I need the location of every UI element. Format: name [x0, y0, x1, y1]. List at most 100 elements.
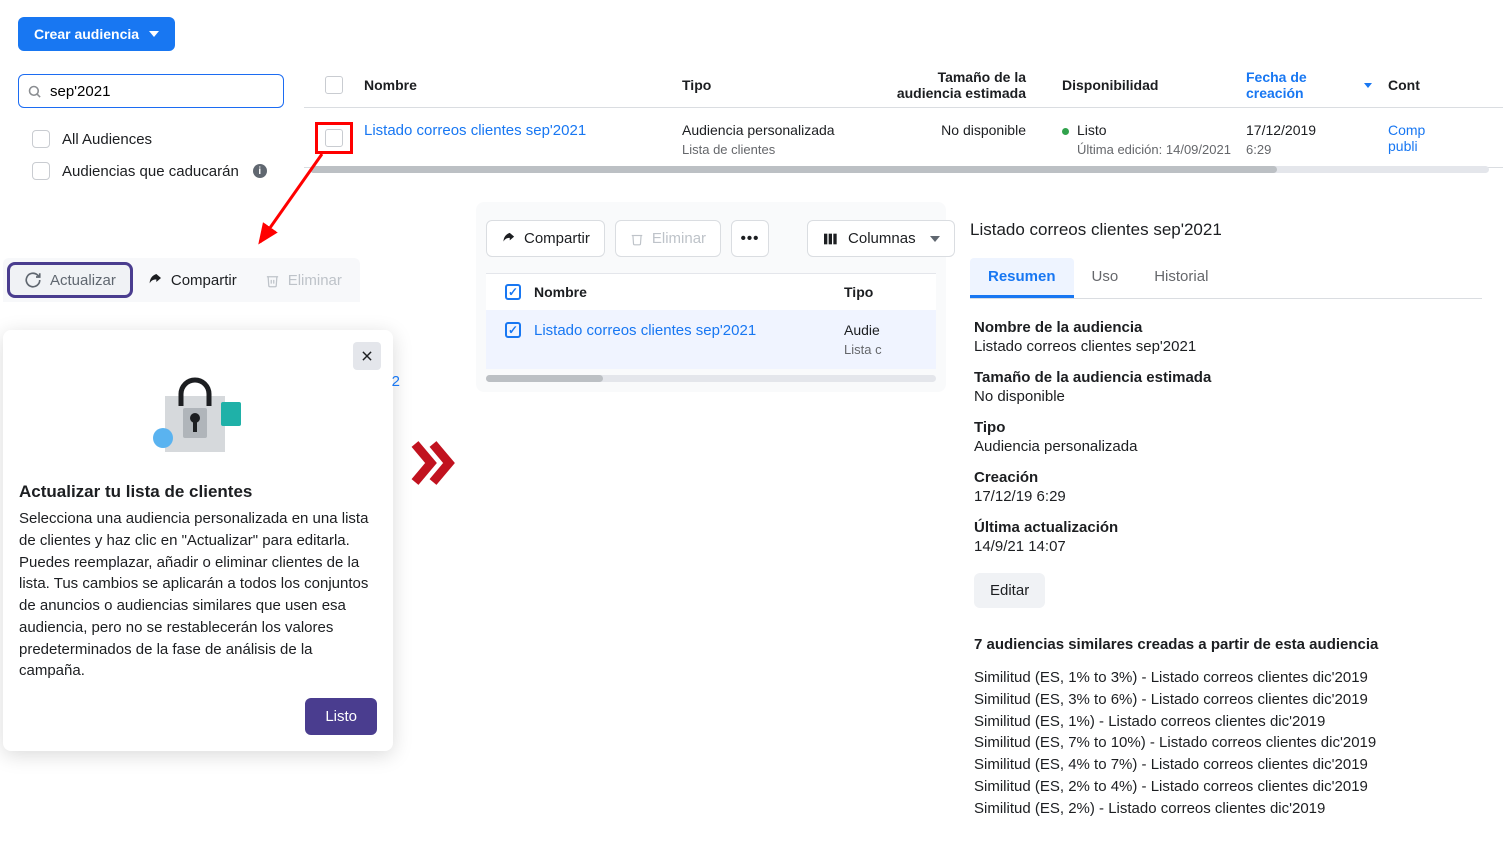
label-type: Tipo: [974, 419, 1478, 436]
update-popup: 2 Actualizar tu lista de clientes Selecc…: [3, 330, 393, 751]
trash-icon: [630, 232, 644, 246]
columns-button[interactable]: Columnas: [807, 220, 955, 257]
checkbox[interactable]: [32, 162, 50, 180]
label-audience-name: Nombre de la audiencia: [974, 319, 1478, 336]
row-availability-sub: Última edición: 14/09/2021: [1077, 142, 1246, 157]
share-label: Compartir: [524, 230, 590, 247]
header-name[interactable]: Nombre: [364, 77, 682, 93]
truncated-number: 2: [392, 373, 400, 390]
row-checkbox-highlight: [315, 122, 353, 154]
create-audience-label: Crear audiencia: [34, 26, 139, 42]
label-created: Creación: [974, 469, 1478, 486]
filter-expiring-audiences[interactable]: Audiencias que caducarán i: [32, 162, 267, 180]
selected-audience-panel: Compartir Eliminar ••• Columnas Nombre T…: [476, 202, 946, 392]
row-name-link[interactable]: Listado correos clientes sep'2021: [534, 322, 756, 339]
row-type-sub: Lista c: [844, 342, 930, 357]
similar-item[interactable]: Similitud (ES, 2%) - Listado correos cli…: [974, 798, 1478, 820]
delete-button-disabled: Eliminar: [251, 264, 356, 297]
tab-summary[interactable]: Resumen: [970, 258, 1074, 298]
more-actions-button[interactable]: •••: [731, 220, 769, 257]
label-size: Tamaño de la audiencia estimada: [974, 369, 1478, 386]
action-toolbar-after: Compartir Eliminar ••• Columnas: [486, 220, 936, 257]
share-label: Compartir: [171, 272, 237, 289]
columns-icon: [822, 231, 838, 247]
similar-item[interactable]: Similitud (ES, 1% to 3%) - Listado corre…: [974, 667, 1478, 689]
select-all-checked[interactable]: [505, 284, 521, 300]
header-size[interactable]: Tamaño de la audiencia estimada: [888, 69, 1034, 101]
value-audience-name: Listado correos clientes sep'2021: [974, 338, 1478, 355]
row-cont[interactable]: Comp: [1388, 122, 1503, 138]
filter-list: All Audiences Audiencias que caducarán i: [32, 130, 267, 180]
header-cont[interactable]: Cont: [1372, 77, 1503, 93]
row-type: Audie: [844, 322, 930, 338]
detail-body: Nombre de la audiencia Listado correos c…: [970, 299, 1482, 819]
more-icon: •••: [741, 230, 760, 247]
scrollbar-thumb[interactable]: [486, 375, 603, 382]
action-toolbar-before: Actualizar Compartir Eliminar: [3, 258, 360, 302]
share-icon: [147, 272, 163, 288]
header-name[interactable]: Nombre: [534, 284, 844, 300]
header-type[interactable]: Tipo: [682, 77, 888, 93]
update-button-highlighted[interactable]: Actualizar: [7, 262, 133, 298]
row-cont-sub[interactable]: publi: [1388, 138, 1503, 154]
popup-title: Actualizar tu lista de clientes: [19, 482, 377, 502]
row-type-sub: Lista de clientes: [682, 142, 888, 157]
value-type: Audiencia personalizada: [974, 438, 1478, 455]
detail-tabs: Resumen Uso Historial: [970, 258, 1482, 299]
similar-audiences-title: 7 audiencias similares creadas a partir …: [974, 636, 1478, 653]
header-availability[interactable]: Disponibilidad: [1034, 77, 1246, 93]
select-all-checkbox[interactable]: [325, 76, 343, 94]
tab-usage[interactable]: Uso: [1074, 258, 1137, 298]
row-availability: Listo: [1077, 122, 1107, 138]
row-size: No disponible: [888, 122, 1034, 138]
share-button[interactable]: Compartir: [133, 264, 251, 297]
horizontal-scrollbar[interactable]: [310, 166, 1489, 173]
table2-row[interactable]: Listado correos clientes sep'2021 Audie …: [486, 310, 936, 369]
row-name-link[interactable]: Listado correos clientes sep'2021: [364, 122, 586, 139]
row-checkbox[interactable]: [325, 129, 343, 147]
row-checkbox-checked[interactable]: [505, 322, 521, 338]
popup-body: Selecciona una audiencia personalizada e…: [19, 508, 377, 682]
similar-item[interactable]: Similitud (ES, 3% to 6%) - Listado corre…: [974, 689, 1478, 711]
scrollbar-thumb[interactable]: [310, 166, 1277, 173]
share-button[interactable]: Compartir: [486, 220, 605, 257]
audiences-table: Nombre Tipo Tamaño de la audiencia estim…: [304, 62, 1503, 168]
popup-illustration: [19, 366, 377, 466]
table2-header: Nombre Tipo: [486, 273, 936, 310]
delete-label: Eliminar: [288, 272, 342, 289]
update-label: Actualizar: [50, 272, 116, 289]
search-input-wrapper[interactable]: [18, 74, 284, 108]
similar-item[interactable]: Similitud (ES, 1%) - Listado correos cli…: [974, 711, 1478, 733]
horizontal-scrollbar[interactable]: [486, 375, 936, 382]
header-type[interactable]: Tipo: [844, 284, 930, 300]
status-dot-icon: [1062, 128, 1069, 135]
table-row[interactable]: Listado correos clientes sep'2021 Audien…: [304, 108, 1503, 168]
columns-label: Columnas: [848, 230, 916, 247]
value-updated: 14/9/21 14:07: [974, 538, 1478, 555]
audience-detail-panel: Listado correos clientes sep'2021 Resume…: [958, 202, 1488, 819]
share-icon: [501, 231, 516, 246]
filter-expiring-label: Audiencias que caducarán: [62, 163, 239, 180]
delete-label: Eliminar: [652, 230, 706, 247]
close-button[interactable]: [353, 342, 381, 370]
trash-icon: [265, 273, 280, 288]
popup-done-button[interactable]: Listo: [305, 698, 377, 735]
create-audience-button[interactable]: Crear audiencia: [18, 17, 175, 51]
search-input[interactable]: [50, 83, 275, 100]
checkbox[interactable]: [32, 130, 50, 148]
tab-history[interactable]: Historial: [1136, 258, 1226, 298]
refresh-icon: [24, 271, 42, 289]
info-icon[interactable]: i: [253, 164, 267, 178]
close-icon: [360, 349, 374, 363]
table-header-row: Nombre Tipo Tamaño de la audiencia estim…: [304, 62, 1503, 108]
filter-all-audiences[interactable]: All Audiences: [32, 130, 267, 148]
row-created: 17/12/2019: [1246, 122, 1372, 138]
row-created-sub: 6:29: [1246, 142, 1372, 157]
detail-title: Listado correos clientes sep'2021: [970, 220, 1482, 240]
similar-item[interactable]: Similitud (ES, 2% to 4%) - Listado corre…: [974, 776, 1478, 798]
edit-button[interactable]: Editar: [974, 573, 1045, 608]
similar-item[interactable]: Similitud (ES, 4% to 7%) - Listado corre…: [974, 754, 1478, 776]
header-created[interactable]: Fecha de creación: [1246, 69, 1372, 101]
row-type: Audiencia personalizada: [682, 122, 888, 138]
similar-item[interactable]: Similitud (ES, 7% to 10%) - Listado corr…: [974, 732, 1478, 754]
